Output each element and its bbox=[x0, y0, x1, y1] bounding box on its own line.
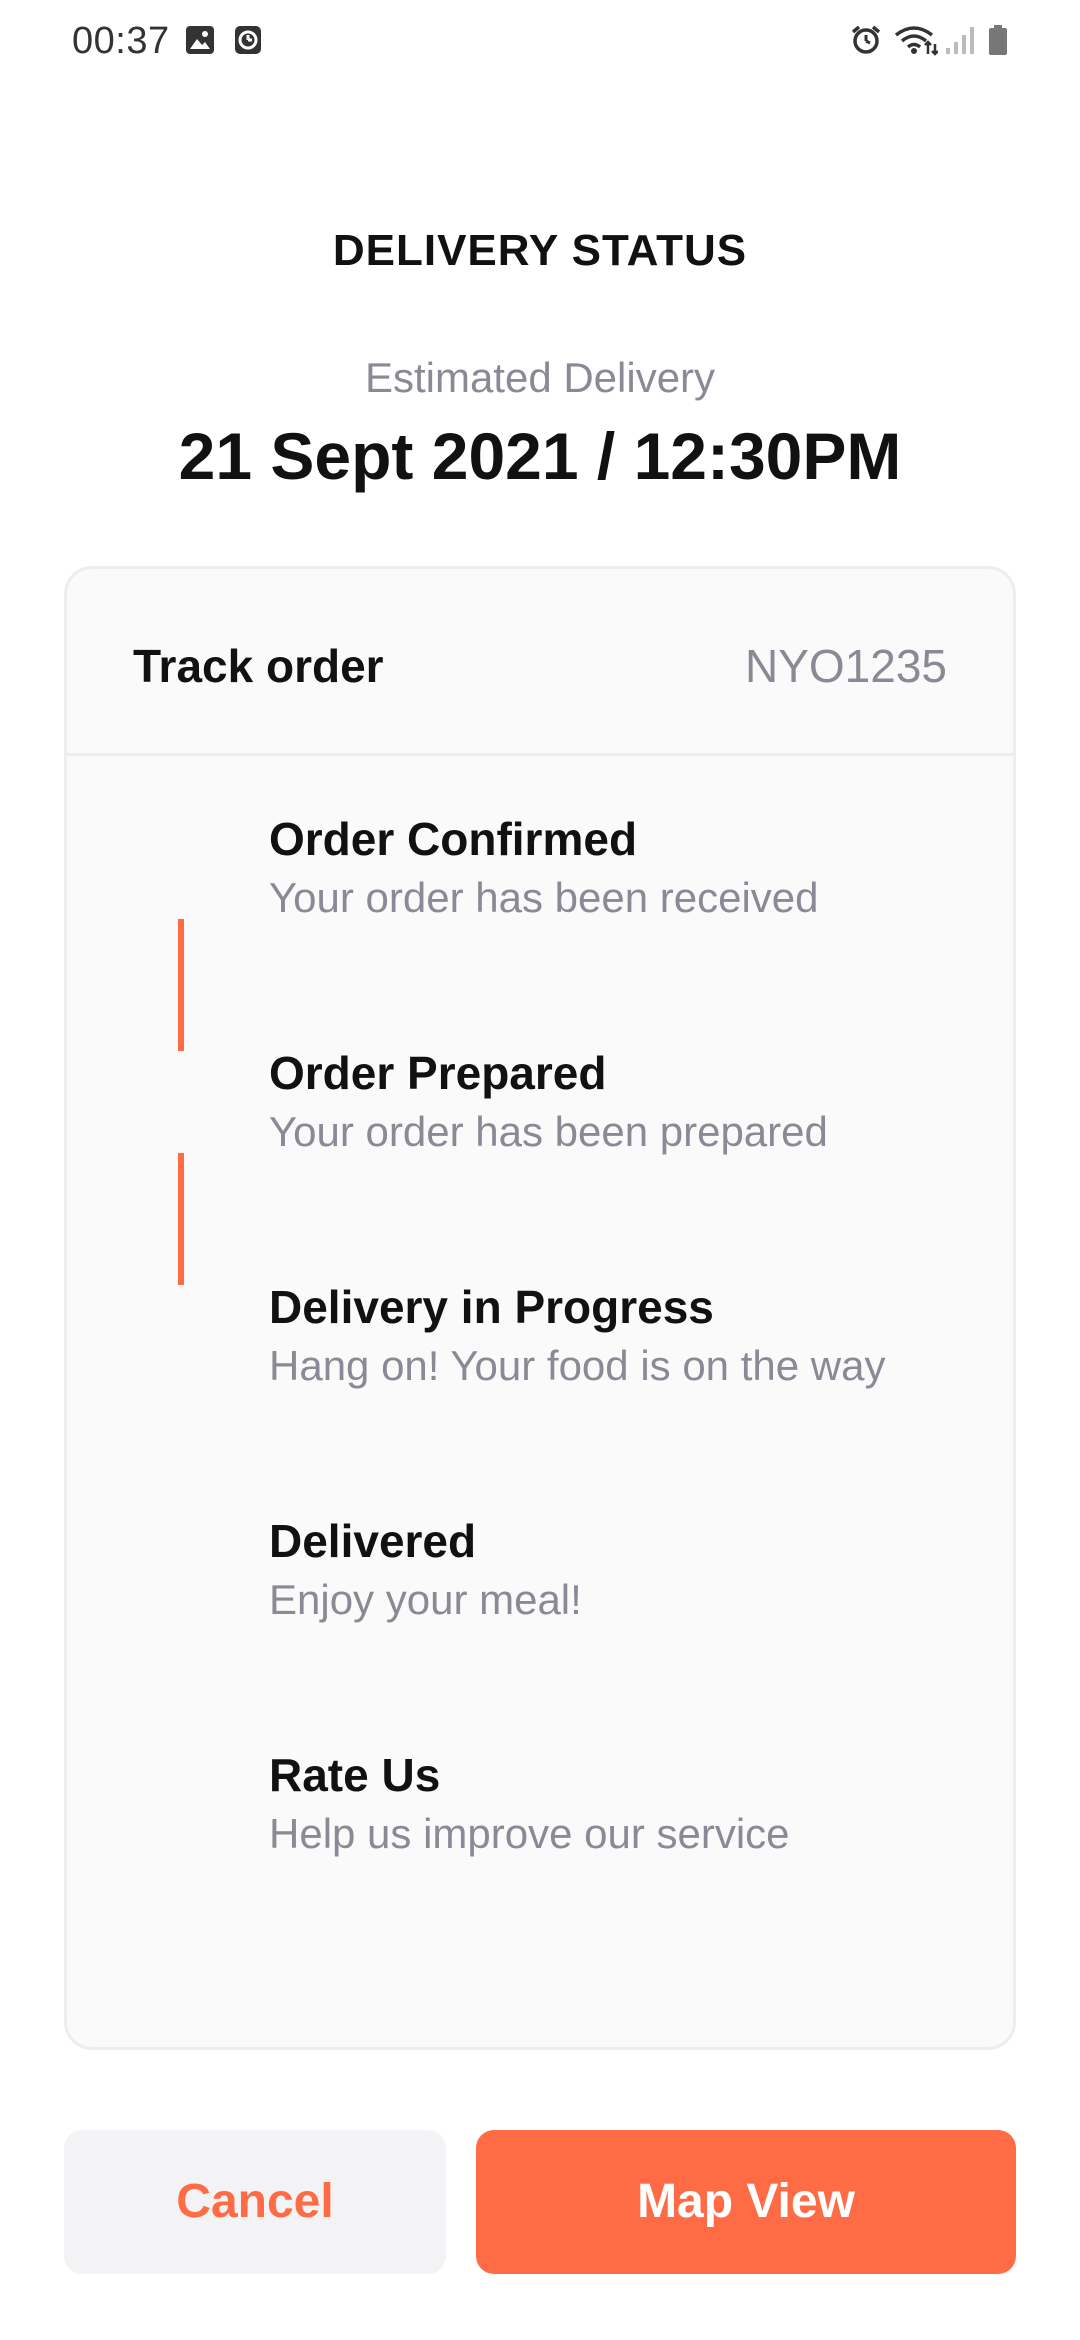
battery-icon bbox=[989, 25, 1007, 55]
step-title: Order Prepared bbox=[269, 1047, 607, 1099]
status-time: 00:37 bbox=[72, 20, 170, 62]
step-description: Your order has been received bbox=[269, 874, 819, 921]
cancel-button[interactable]: Cancel bbox=[64, 2130, 446, 2274]
order-id: NYO1235 bbox=[744, 640, 947, 692]
step-description: Enjoy your meal! bbox=[269, 1576, 582, 1623]
step-rate-us[interactable]: Rate Us Help us improve our service bbox=[269, 1747, 790, 1865]
step-description: Hang on! Your food is on the way bbox=[269, 1342, 886, 1389]
clock-app-icon bbox=[235, 26, 261, 54]
step-title: Delivered bbox=[269, 1515, 477, 1567]
step-delivered: Delivered Enjoy your meal! bbox=[269, 1513, 582, 1631]
signal-icon bbox=[946, 27, 974, 54]
step-description: Your order has been prepared bbox=[269, 1108, 828, 1155]
progress-connector bbox=[178, 1153, 184, 1285]
status-bar: 00:37 bbox=[0, 0, 1080, 84]
estimated-delivery-label: Estimated Delivery bbox=[364, 354, 716, 401]
track-order-title: Track order bbox=[133, 640, 384, 692]
image-icon bbox=[186, 26, 214, 54]
page-title: DELIVERY STATUS bbox=[332, 226, 748, 275]
alarm-icon bbox=[851, 25, 881, 54]
estimated-delivery-value: 21 Sept 2021 / 12:30PM bbox=[178, 419, 902, 493]
progress-connector bbox=[178, 919, 184, 1051]
step-delivery-in-progress: Delivery in Progress Hang on! Your food … bbox=[269, 1279, 885, 1397]
step-title: Rate Us bbox=[269, 1749, 441, 1801]
step-title: Order Confirmed bbox=[269, 813, 638, 865]
track-order-card: Track order NYO1235 Order Confirmed Your… bbox=[64, 566, 1016, 2050]
step-title: Delivery in Progress bbox=[269, 1281, 714, 1333]
step-order-confirmed: Order Confirmed Your order has been rece… bbox=[269, 811, 819, 929]
map-view-button[interactable]: Map View bbox=[476, 2130, 1016, 2274]
wifi-icon bbox=[894, 26, 938, 56]
step-description: Help us improve our service bbox=[269, 1810, 790, 1857]
step-order-prepared: Order Prepared Your order has been prepa… bbox=[269, 1045, 828, 1163]
track-order-header: Track order NYO1235 bbox=[67, 569, 1013, 756]
